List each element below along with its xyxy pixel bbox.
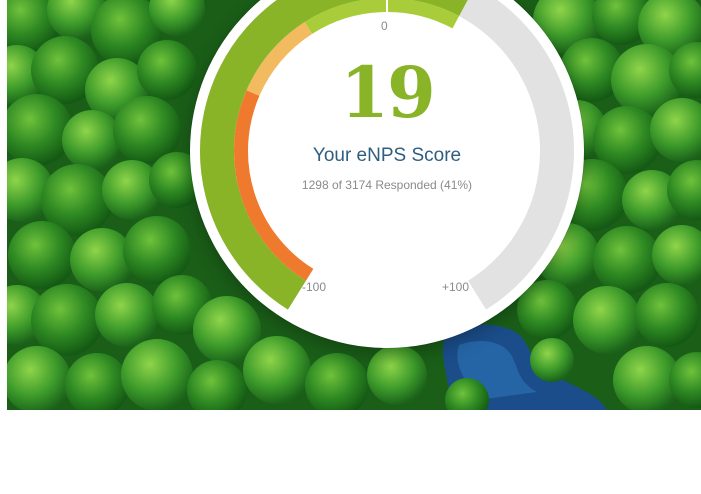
gauge-tick-max: +100 bbox=[442, 280, 470, 294]
enps-score-card: 0 19 Your eNPS Score 1298 of 3174 Respon… bbox=[190, 0, 584, 348]
enps-score-value: 19 bbox=[340, 51, 435, 134]
gauge-tick-min: -100 bbox=[302, 280, 327, 294]
gauge-tick-zero: 0 bbox=[381, 19, 388, 33]
hero-image: 0 19 Your eNPS Score 1298 of 3174 Respon… bbox=[7, 0, 701, 410]
enps-score-label: Your eNPS Score bbox=[312, 145, 462, 166]
responded-count: 1298 of 3174 Responded (41%) bbox=[301, 178, 473, 192]
